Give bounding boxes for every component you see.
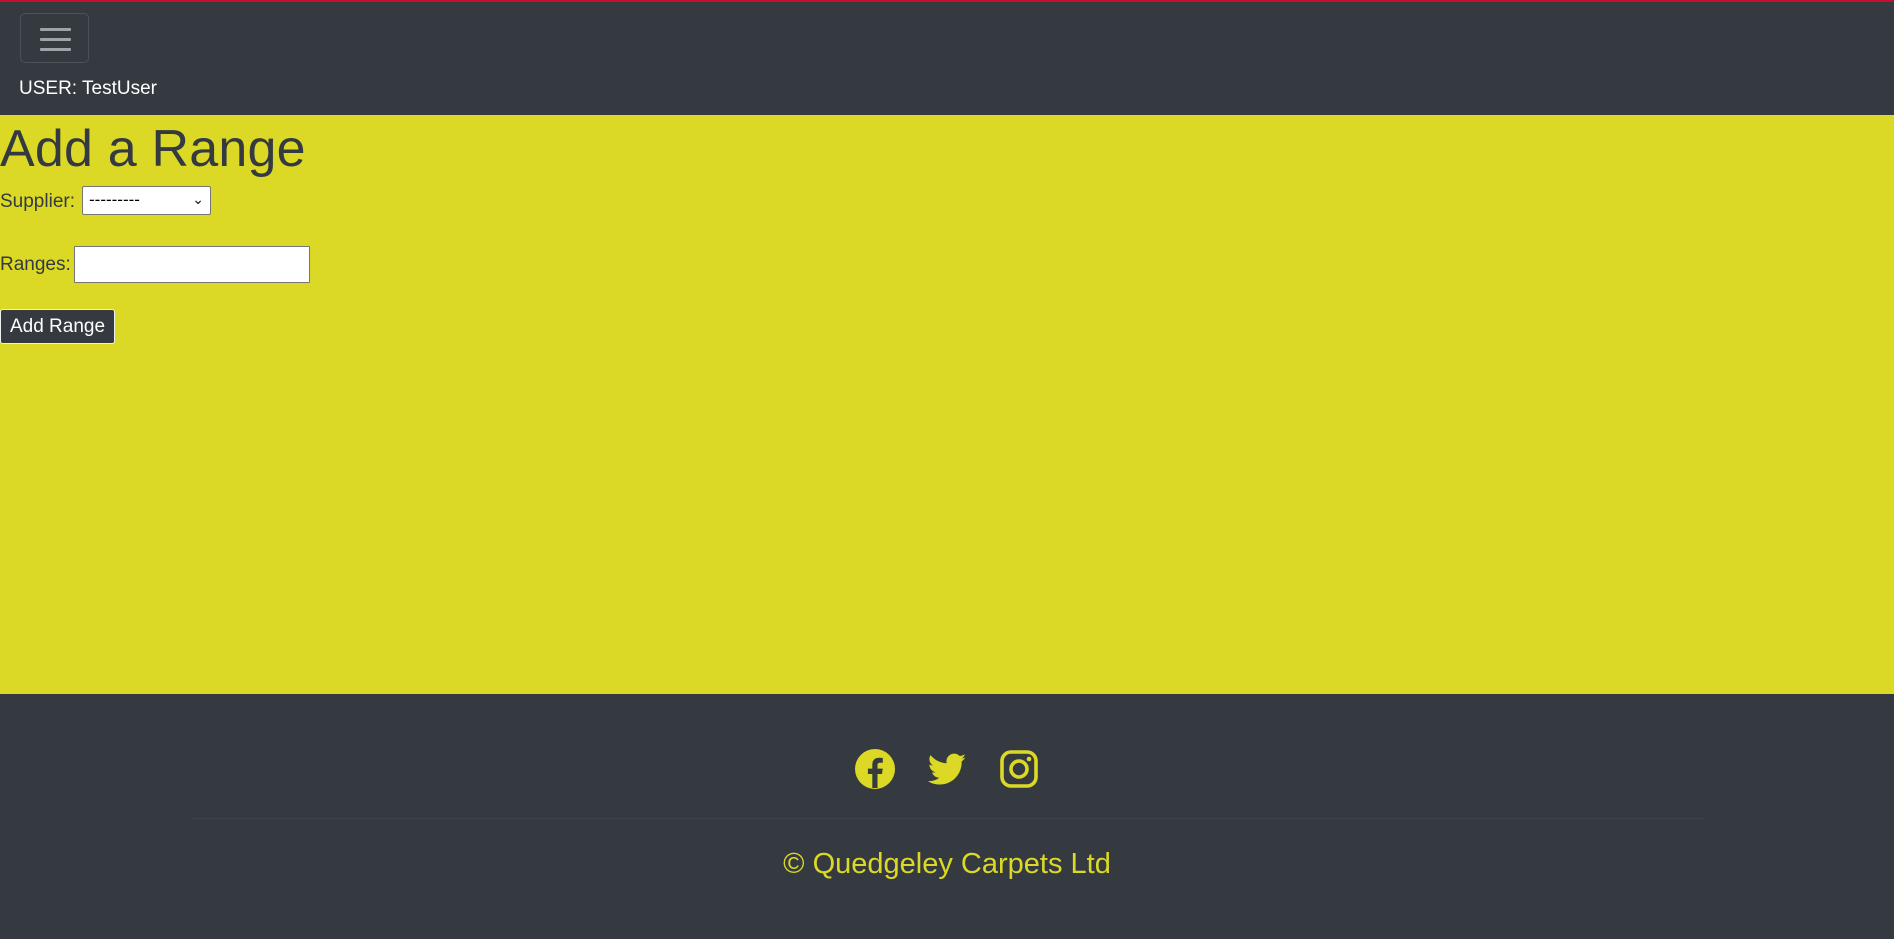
footer-divider xyxy=(190,818,1704,819)
current-user-label: USER: TestUser xyxy=(19,78,157,99)
chevron-down-icon: ⌄ xyxy=(192,191,204,207)
hamburger-icon xyxy=(40,28,71,31)
hamburger-icon-bar xyxy=(40,48,71,51)
add-range-button[interactable]: Add Range xyxy=(0,309,115,344)
ranges-label: Ranges: xyxy=(0,254,71,275)
supplier-label: Supplier: xyxy=(0,191,75,212)
hamburger-icon-bar xyxy=(40,38,71,41)
instagram-icon[interactable] xyxy=(998,748,1040,790)
menu-toggle-button[interactable] xyxy=(20,13,89,63)
ranges-input[interactable] xyxy=(74,246,310,283)
footer: © Quedgeley Carpets Ltd xyxy=(0,694,1894,939)
top-navbar: USER: TestUser xyxy=(0,0,1894,115)
copyright-text: © Quedgeley Carpets Ltd xyxy=(783,848,1111,880)
social-links xyxy=(0,748,1894,795)
supplier-selected-value: --------- xyxy=(89,190,140,209)
facebook-icon[interactable] xyxy=(854,748,896,790)
main-content: Add a Range Supplier: --------- ⌄ Ranges… xyxy=(0,115,1894,694)
page-title: Add a Range xyxy=(0,120,306,178)
twitter-icon[interactable] xyxy=(926,748,968,790)
supplier-select[interactable]: --------- ⌄ xyxy=(82,186,211,215)
